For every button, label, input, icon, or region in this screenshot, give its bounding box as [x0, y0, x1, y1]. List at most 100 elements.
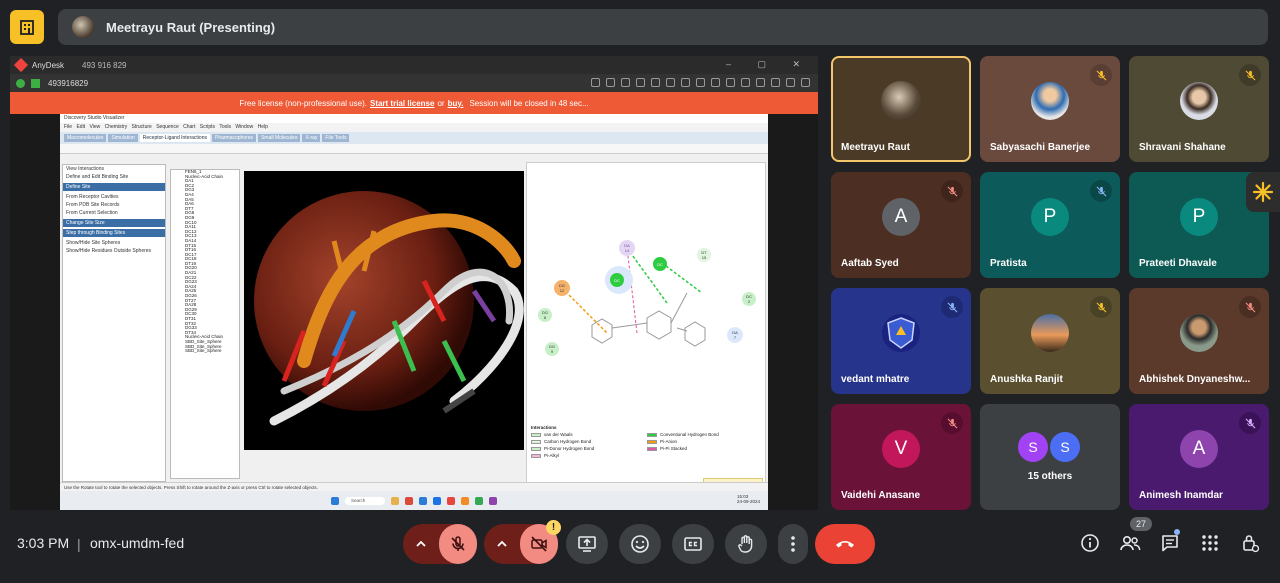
remote-desktop[interactable]: Discovery Studio Visualizer File Edit Vi…	[60, 114, 768, 510]
activities-button[interactable]	[1197, 530, 1223, 556]
people-button[interactable]	[1117, 530, 1143, 556]
ds-menu-item[interactable]: Edit	[76, 124, 89, 130]
chat-icon	[1162, 535, 1178, 552]
interaction-legend: Interactions van der Waals Conventional H…	[531, 425, 763, 458]
ds-menu-item[interactable]: Sequence	[156, 124, 183, 130]
ds-line[interactable]: From PDB Site Records	[63, 201, 165, 209]
windows-taskbar[interactable]: Search 15:03 24-09-2024	[60, 491, 768, 510]
license-prefix: Free license (non-professional use).	[239, 98, 367, 108]
ds-line[interactable]: From Current Selection	[63, 209, 165, 217]
participant-tile[interactable]: Meetrayu Raut	[831, 56, 971, 162]
ds-line[interactable]: View Interactions	[63, 165, 165, 173]
ds-toolbar[interactable]	[60, 144, 768, 154]
ds-ribbon-tabs[interactable]: Macromolecules Simulation Receptor-Ligand …	[60, 132, 768, 144]
present-screen-icon	[578, 536, 596, 552]
ds-menu-item[interactable]: Chemistry	[105, 124, 132, 130]
ds-line[interactable]: From Receptor Cavities	[63, 193, 165, 201]
raise-hand-button[interactable]	[725, 524, 767, 564]
chrome-icon[interactable]	[475, 496, 483, 505]
ds-ribbon-tab[interactable]: X-ray	[302, 134, 321, 142]
activities-icon	[1202, 535, 1218, 551]
meet-logo-button[interactable]	[10, 10, 44, 44]
participant-tile[interactable]: V Vaidehi Anasane	[831, 404, 971, 510]
participant-name: Animesh Inamdar	[1139, 490, 1223, 501]
edge-icon[interactable]	[419, 496, 427, 505]
mic-options-button[interactable]	[403, 524, 439, 564]
ds-ribbon-tab[interactable]: Simulation	[108, 134, 138, 142]
app-icon[interactable]	[405, 496, 413, 505]
app-icon[interactable]	[489, 496, 497, 505]
reactions-button[interactable]	[619, 524, 661, 564]
folder-icon[interactable]	[391, 496, 399, 505]
buy-link[interactable]: buy.	[448, 99, 464, 108]
meeting-info-button[interactable]	[1077, 530, 1103, 556]
ds-menu-item[interactable]: View	[89, 124, 104, 130]
ds-line[interactable]: Show/Hide Residues Outside Spheres	[63, 247, 165, 255]
ds-menu-item[interactable]: File	[64, 124, 76, 130]
ds-2d-interaction-diagram[interactable]: DA 14 DC DC DT 15 DG 12 DG 8 DG 9 DC 2 D…	[526, 162, 766, 490]
participant-tile[interactable]: Anushka Ranjit	[980, 288, 1120, 394]
ds-line[interactable]: Show/Hide Site Spheres	[63, 239, 165, 247]
camera-off-icon	[531, 536, 547, 552]
presenter-label: Meetrayu Raut (Presenting)	[106, 19, 276, 35]
anydesk-logo-icon	[13, 57, 29, 73]
start-trial-link[interactable]: Start trial license	[370, 99, 434, 108]
ds-ribbon-tab[interactable]: Small Molecules	[258, 134, 301, 142]
ds-menu-item[interactable]: Tools	[219, 124, 235, 130]
mic-toggle-button[interactable]	[439, 524, 477, 564]
participant-photo	[1031, 81, 1069, 120]
windows-start-icon[interactable]	[331, 496, 339, 505]
participant-tile[interactable]: A Animesh Inamdar	[1129, 404, 1269, 510]
ds-menu-item[interactable]: Help	[258, 124, 268, 130]
tree-item[interactable]: SBD_Site_Sphere	[171, 349, 239, 354]
firefox-icon[interactable]	[461, 496, 469, 505]
divider: |	[77, 536, 81, 552]
sparkle-icon	[1252, 181, 1274, 203]
ds-menu-bar[interactable]: File Edit View Chemistry Structure Seque…	[60, 123, 768, 132]
host-controls-button[interactable]	[1237, 530, 1263, 556]
ds-3d-viewer[interactable]	[244, 171, 524, 450]
app-icon[interactable]	[447, 496, 455, 505]
participant-tile[interactable]: Sabyasachi Banerjee	[980, 56, 1120, 162]
participant-tile[interactable]: P Pratista	[980, 172, 1120, 278]
ds-tools-panel: View Interactions Define and Edit Bindin…	[62, 164, 166, 482]
gemini-notes-button[interactable]	[1246, 172, 1280, 212]
ds-menu-item[interactable]: Structure	[132, 124, 157, 130]
presenter-bar[interactable]: Meetrayu Raut (Presenting)	[58, 9, 1268, 45]
participant-tile[interactable]: vedant mhatre	[831, 288, 971, 394]
ds-menu-item[interactable]: Window	[235, 124, 257, 130]
anydesk-session-tab[interactable]: 493 916 829	[82, 61, 127, 70]
participant-tile[interactable]: Shravani Shahane	[1129, 56, 1269, 162]
ds-ribbon-tab[interactable]: File Tools	[322, 134, 350, 142]
ds-hierarchy-tree[interactable]: FEN6_1 Nucleic-Acid Chain DA1 DC2 DG3 DA4 DA5 D…	[170, 169, 240, 479]
ds-ribbon-tab[interactable]: Receptor-Ligand Interactions	[139, 134, 210, 142]
end-call-button[interactable]	[815, 524, 875, 564]
participant-name: Anushka Ranjit	[990, 374, 1063, 385]
ds-line[interactable]: Define and Edit Binding Site	[63, 173, 165, 181]
ds-section-header[interactable]: Step through Binding Sites	[63, 229, 165, 237]
anydesk-toolbar[interactable]	[591, 78, 810, 87]
ds-window-title: Discovery Studio Visualizer	[60, 114, 768, 123]
ds-section-header[interactable]: Change Site Size	[63, 219, 165, 227]
ds-menu-item[interactable]: Chart	[183, 124, 200, 130]
taskbar-search[interactable]: Search	[345, 496, 385, 505]
window-controls[interactable]: – ▢ ✕	[726, 59, 812, 70]
interaction-diagram: DA 14 DC DC DT 15 DG 12 DG 8 DG 9 DC 2 D…	[538, 240, 756, 356]
participant-tile[interactable]: Abhishek Dnyaneshw...	[1129, 288, 1269, 394]
ds-menu-item[interactable]: Scripts	[200, 124, 220, 130]
residue-label: 12	[560, 288, 565, 293]
anydesk-address[interactable]: 493916829	[48, 79, 88, 88]
ds-ribbon-tab[interactable]: Pharmacophores	[211, 134, 257, 142]
ds-ribbon-tab[interactable]: Macromolecules	[64, 134, 107, 142]
participant-tile[interactable]: A Aaftab Syed	[831, 172, 971, 278]
present-screen-button[interactable]	[566, 524, 608, 564]
more-options-button[interactable]	[778, 524, 808, 564]
app-icon[interactable]	[433, 496, 441, 505]
participant-avatar: A	[1180, 429, 1218, 468]
legend-swatch	[647, 446, 657, 451]
ds-section-header[interactable]: Define Site	[63, 183, 165, 191]
participant-photo	[1180, 81, 1218, 120]
camera-options-button[interactable]	[484, 524, 520, 564]
others-tile[interactable]: S S 15 others	[980, 404, 1120, 510]
captions-button[interactable]	[672, 524, 714, 564]
